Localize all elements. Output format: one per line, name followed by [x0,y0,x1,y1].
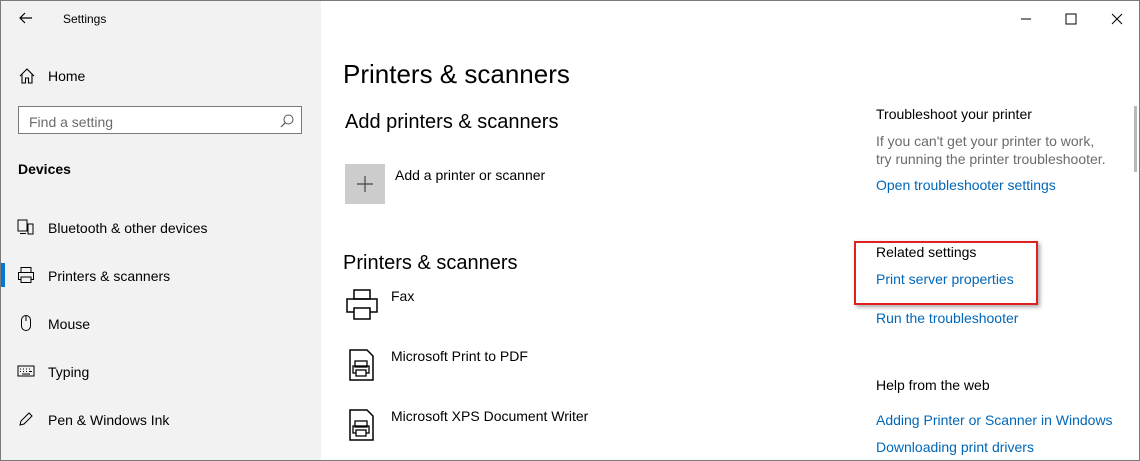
sidebar-item-printers[interactable]: Printers & scanners [1,257,321,293]
open-troubleshooter-link[interactable]: Open troubleshooter settings [876,177,1056,193]
sidebar-item-bluetooth[interactable]: Bluetooth & other devices [1,209,321,245]
close-icon[interactable] [1107,9,1127,29]
fax-icon [346,289,378,320]
mouse-icon [21,315,31,331]
printer-name: Fax [391,288,415,304]
scrollbar-thumb[interactable] [1134,106,1137,172]
back-arrow-icon[interactable] [15,7,37,29]
sidebar-item-label: Pen & Windows Ink [48,412,170,428]
window-title: Settings [63,12,107,26]
troubleshoot-desc-line1: If you can't get your printer to work, [876,133,1095,149]
troubleshoot-heading: Troubleshoot your printer [876,106,1032,122]
page-title: Printers & scanners [343,59,570,89]
printer-doc-icon [349,409,374,441]
help-link-adding-printer[interactable]: Adding Printer or Scanner in Windows [876,412,1113,428]
maximize-icon[interactable] [1061,9,1081,29]
printer-name: Microsoft Print to PDF [391,348,528,364]
help-link-drivers[interactable]: Downloading print drivers [876,439,1034,455]
sidebar-item-label: Printers & scanners [48,268,171,284]
printer-doc-icon [349,349,374,381]
sidebar-item-pen[interactable]: Pen & Windows Ink [1,401,321,437]
run-troubleshooter-link[interactable]: Run the troubleshooter [876,310,1018,326]
search-icon [280,114,294,128]
troubleshoot-desc-line2: try running the printer troubleshooter. [876,151,1106,167]
printer-name: Microsoft XPS Document Writer [391,408,589,424]
printers-list-heading: Printers & scanners [343,252,518,274]
settings-window: Settings Home Find a setting Devices Blu… [0,0,1140,461]
pen-icon [19,412,33,426]
bluetooth-icon [17,219,34,235]
help-heading: Help from the web [876,377,990,393]
search-input[interactable]: Find a setting [18,106,302,134]
plus-icon [357,176,373,192]
sidebar-item-label: Bluetooth & other devices [48,220,208,236]
minimize-icon[interactable] [1016,9,1036,29]
printer-icon [18,267,34,283]
sidebar: Settings Home Find a setting Devices Blu… [1,1,321,460]
section-heading: Devices [18,161,71,177]
sidebar-item-label: Mouse [48,316,91,332]
keyboard-icon [17,365,35,377]
add-printer-label[interactable]: Add a printer or scanner [395,167,545,183]
add-printer-button[interactable] [345,164,385,204]
sidebar-item-label: Typing [48,364,90,380]
highlight-box [854,241,1038,305]
home-nav-item[interactable]: Home [1,61,321,89]
sidebar-item-mouse[interactable]: Mouse [1,305,321,341]
main-content: Printers & scanners Add printers & scann… [321,1,1139,460]
selection-indicator [1,263,5,287]
search-placeholder: Find a setting [29,114,114,130]
sidebar-item-typing[interactable]: Typing [1,353,321,389]
home-icon [19,68,35,84]
add-printers-heading: Add printers & scanners [345,111,559,133]
home-label: Home [48,68,86,84]
